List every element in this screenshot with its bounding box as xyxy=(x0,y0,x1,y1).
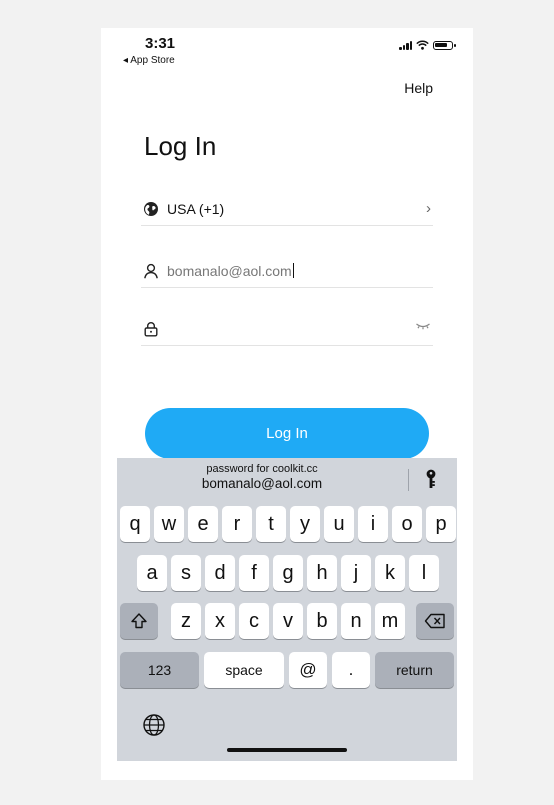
key-i[interactable]: i xyxy=(358,506,388,542)
email-value: bomanalo@aol.com xyxy=(167,263,292,279)
globe-icon xyxy=(144,202,158,216)
help-link[interactable]: Help xyxy=(404,80,433,96)
key-d[interactable]: d xyxy=(205,555,235,591)
suggestion-divider xyxy=(408,469,409,491)
lock-icon xyxy=(144,322,158,337)
key-s[interactable]: s xyxy=(171,555,201,591)
key-g[interactable]: g xyxy=(273,555,303,591)
key-f[interactable]: f xyxy=(239,555,269,591)
country-selector[interactable]: USA (+1) › xyxy=(141,195,433,226)
home-indicator xyxy=(227,748,347,752)
key-j[interactable]: j xyxy=(341,555,371,591)
text-cursor xyxy=(292,263,294,278)
return-key[interactable]: return xyxy=(375,652,454,688)
key-r[interactable]: r xyxy=(222,506,252,542)
key-icon[interactable] xyxy=(425,469,437,489)
key-q[interactable]: q xyxy=(120,506,150,542)
key-b[interactable]: b xyxy=(307,603,337,639)
email-field[interactable]: bomanalo@aol.com xyxy=(141,257,433,288)
password-autofill-bar: password for coolkit.cc bomanalo@aol.com xyxy=(117,458,457,498)
page-title: Log In xyxy=(144,131,217,161)
key-v[interactable]: v xyxy=(273,603,303,639)
status-time: 3:31 xyxy=(145,35,176,52)
key-p[interactable]: p xyxy=(426,506,456,542)
status-bar: 3:31 ◂ App Store xyxy=(101,28,473,72)
dot-key[interactable]: . xyxy=(332,652,370,688)
keyboard-globe-icon[interactable] xyxy=(142,713,166,737)
key-l[interactable]: l xyxy=(409,555,439,591)
space-key[interactable]: space xyxy=(204,652,284,688)
key-e[interactable]: e xyxy=(188,506,218,542)
key-a[interactable]: a xyxy=(137,555,167,591)
key-o[interactable]: o xyxy=(392,506,422,542)
wifi-icon xyxy=(416,40,429,50)
shift-icon xyxy=(131,613,147,629)
key-x[interactable]: x xyxy=(205,603,235,639)
key-z[interactable]: z xyxy=(171,603,201,639)
eye-closed-icon[interactable] xyxy=(415,321,431,331)
backspace-key[interactable] xyxy=(416,603,454,639)
password-field[interactable] xyxy=(141,315,433,346)
key-c[interactable]: c xyxy=(239,603,269,639)
key-u[interactable]: u xyxy=(324,506,354,542)
key-n[interactable]: n xyxy=(341,603,371,639)
backspace-icon xyxy=(424,613,445,629)
key-k[interactable]: k xyxy=(375,555,405,591)
login-button[interactable]: Log In xyxy=(145,408,429,459)
key-w[interactable]: w xyxy=(154,506,184,542)
signal-icon xyxy=(399,40,412,50)
key-t[interactable]: t xyxy=(256,506,286,542)
numbers-key[interactable]: 123 xyxy=(120,652,199,688)
shift-key[interactable] xyxy=(120,603,158,639)
country-label: USA (+1) xyxy=(167,201,225,217)
back-to-app-store[interactable]: ◂ App Store xyxy=(123,55,175,66)
keyboard: password for coolkit.cc bomanalo@aol.com… xyxy=(117,458,457,761)
chevron-right-icon: › xyxy=(426,200,431,217)
key-y[interactable]: y xyxy=(290,506,320,542)
suggestion-caption: password for coolkit.cc xyxy=(206,463,318,475)
key-h[interactable]: h xyxy=(307,555,337,591)
status-icons xyxy=(399,40,456,50)
battery-icon xyxy=(433,40,456,50)
phone-screen: 3:31 ◂ App Store Help Log In USA (+1) › xyxy=(101,28,473,780)
password-suggestion[interactable]: password for coolkit.cc bomanalo@aol.com xyxy=(117,463,407,491)
user-icon xyxy=(144,263,158,279)
at-key[interactable]: @ xyxy=(289,652,327,688)
key-m[interactable]: m xyxy=(375,603,405,639)
suggestion-value: bomanalo@aol.com xyxy=(201,476,323,491)
